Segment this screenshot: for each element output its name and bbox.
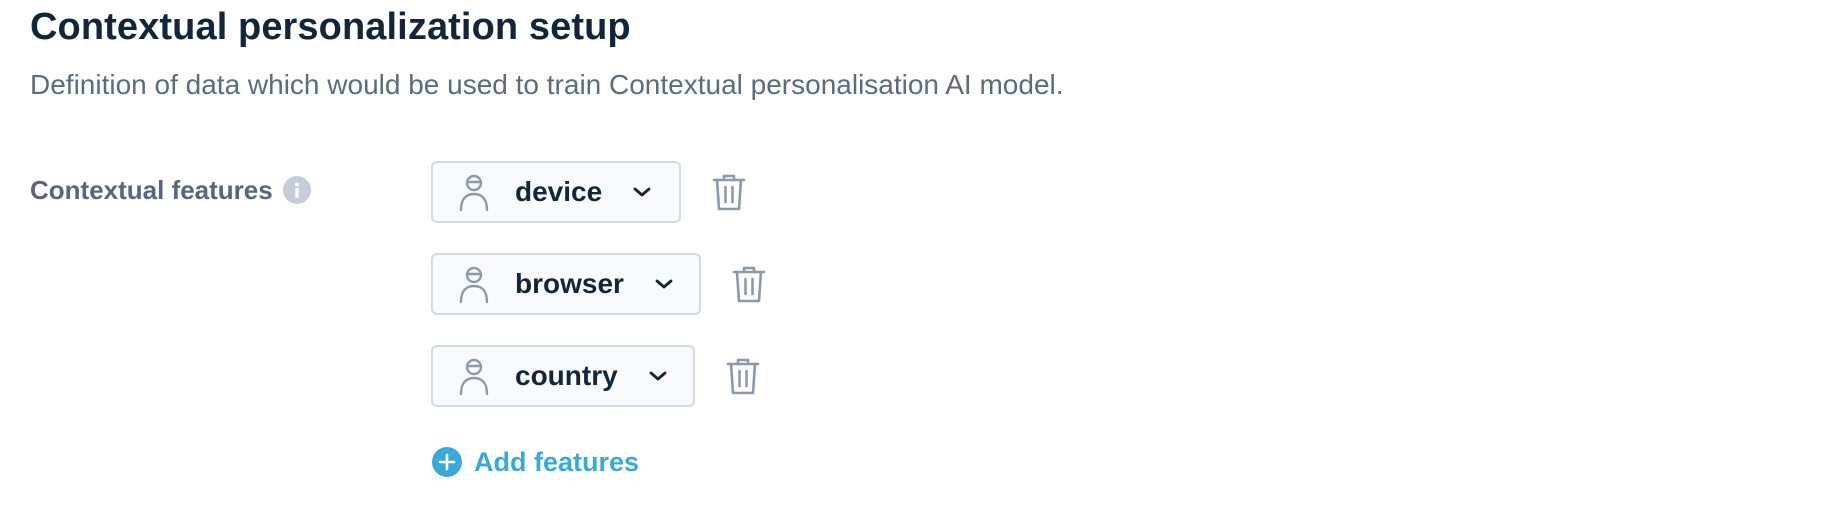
- user-icon: [457, 264, 491, 304]
- trash-icon: [726, 358, 760, 395]
- delete-feature-button[interactable]: [723, 354, 763, 398]
- feature-select[interactable]: device: [431, 161, 681, 223]
- feature-row: browser: [431, 252, 769, 316]
- delete-feature-button[interactable]: [729, 262, 769, 306]
- chevron-down-icon: [646, 364, 670, 388]
- page-title: Contextual personalization setup: [30, 6, 631, 48]
- contextual-features-label: Contextual features: [30, 172, 311, 208]
- feature-select[interactable]: country: [431, 345, 695, 407]
- info-icon[interactable]: [282, 176, 311, 204]
- chevron-down-icon: [652, 272, 676, 296]
- trash-icon: [732, 266, 766, 303]
- feature-value: country: [515, 360, 618, 391]
- feature-value: device: [515, 176, 603, 207]
- feature-row: country: [431, 344, 763, 408]
- user-icon: [457, 172, 491, 212]
- personalization-setup-panel: Contextual personalization setup Definit…: [30, 0, 1810, 506]
- plus-circle-icon: [431, 446, 463, 478]
- add-features-label: Add features: [474, 446, 640, 477]
- feature-row: device: [431, 160, 749, 224]
- page-description: Definition of data which would be used t…: [30, 69, 1064, 100]
- user-icon: [457, 356, 491, 396]
- feature-select[interactable]: browser: [431, 253, 701, 315]
- feature-value: browser: [515, 268, 624, 299]
- chevron-down-icon: [630, 180, 654, 204]
- add-features-button[interactable]: Add features: [431, 446, 639, 478]
- field-label-text: Contextual features: [30, 174, 273, 205]
- delete-feature-button[interactable]: [709, 170, 749, 214]
- trash-icon: [712, 174, 746, 211]
